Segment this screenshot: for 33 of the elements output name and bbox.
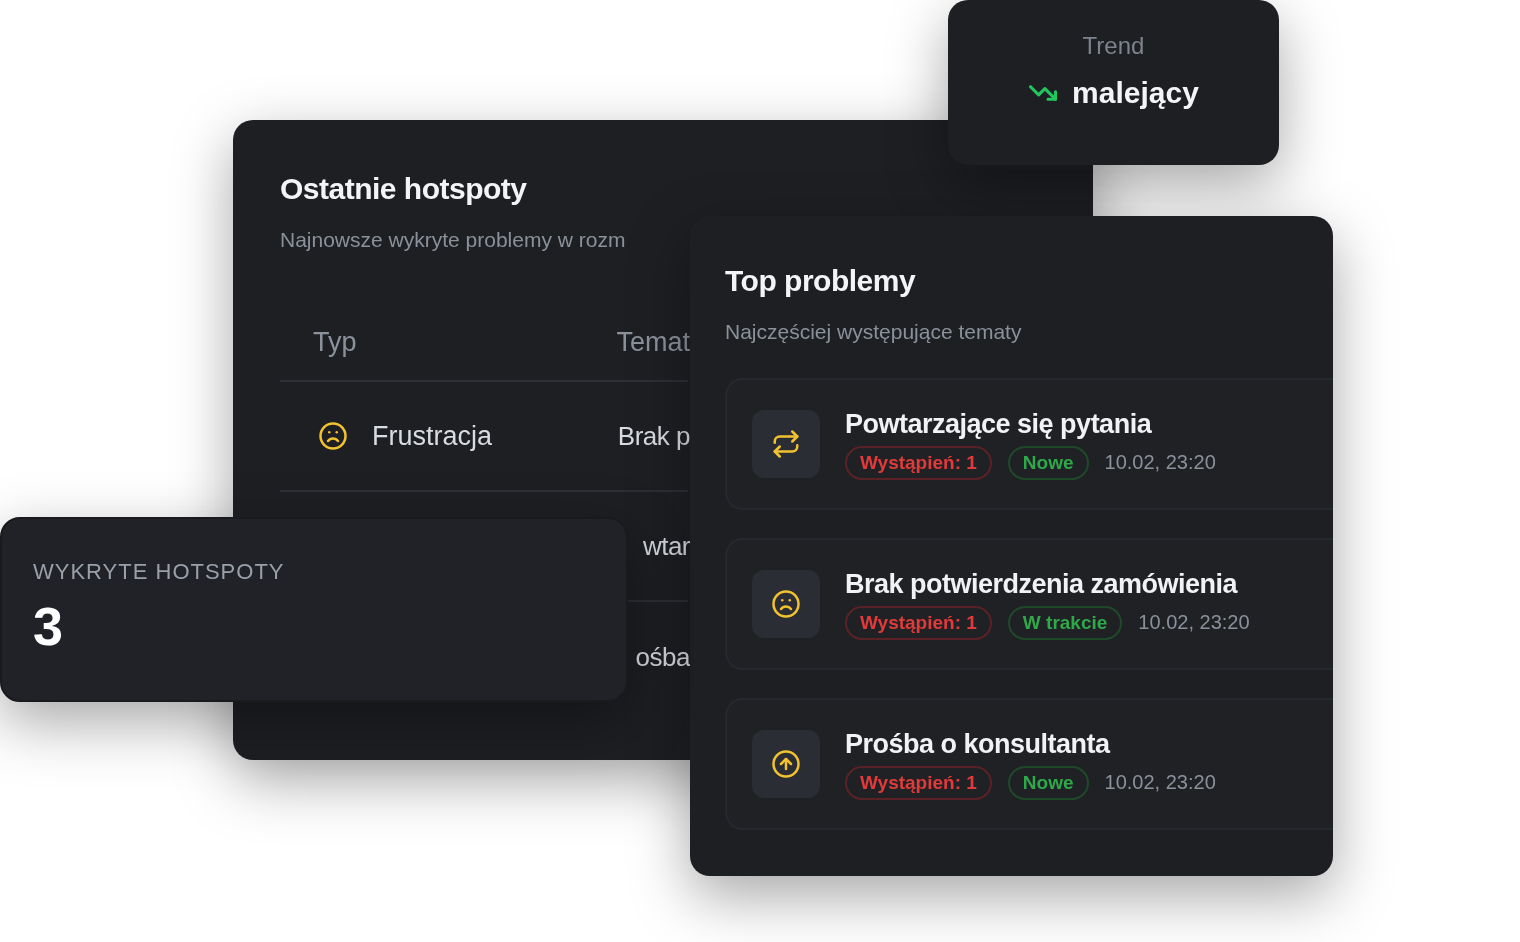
timestamp: 10.02, 23:20	[1138, 611, 1250, 634]
arrow-up-circle-icon	[771, 749, 801, 779]
card-subtitle: Najnowsze wykryte problemy w rozm	[280, 228, 627, 252]
timestamp: 10.02, 23:20	[1104, 451, 1216, 474]
status-badge: W trakcie	[1007, 605, 1123, 640]
problem-item[interactable]: Powtarzające się pytania Wystąpień: 1 Nowe 10.02, 23:20	[725, 378, 1333, 510]
count-badge: Wystąpień: 1	[845, 445, 992, 480]
problem-title: Brak potwierdzenia zamówienia	[845, 568, 1239, 600]
timestamp: 10.02, 23:20	[1104, 771, 1216, 794]
table-cell: wtar	[642, 530, 690, 562]
sad-face-icon	[318, 421, 348, 451]
sad-face-icon	[771, 589, 801, 619]
trend-label: Trend	[1082, 32, 1145, 60]
count-badge: Wystąpień: 1	[845, 605, 992, 640]
table-cell: Frustracja	[372, 420, 493, 452]
problem-title: Prośba o konsultanta	[845, 728, 1112, 760]
repeat-icon	[771, 429, 801, 459]
problem-item[interactable]: Prośba o konsultanta Wystąpień: 1 Nowe 10.02, 23:20	[725, 698, 1333, 830]
trend-value: malejący	[1072, 76, 1199, 110]
card-subtitle: Najczęściej występujące tematy	[725, 320, 1023, 344]
stat-label: WYKRYTE HOTSPOTY	[33, 559, 286, 585]
table-cell: Brak p	[617, 420, 690, 452]
stat-value: 3	[33, 595, 65, 657]
count-badge: Wystąpień: 1	[845, 765, 992, 800]
status-badge: Nowe	[1007, 445, 1089, 480]
card-title: Ostatnie hotspoty	[280, 172, 528, 206]
problem-title: Powtarzające się pytania	[845, 408, 1153, 440]
column-header: Typ	[312, 326, 357, 358]
card-title: Top problemy	[725, 264, 917, 298]
status-badge: Nowe	[1007, 765, 1089, 800]
table-cell: ośba	[635, 641, 690, 673]
problem-item[interactable]: Brak potwierdzenia zamówienia Wystąpień: 1 W trakcie 10.02, 23:20	[725, 538, 1333, 670]
column-header: Temat	[616, 326, 690, 358]
